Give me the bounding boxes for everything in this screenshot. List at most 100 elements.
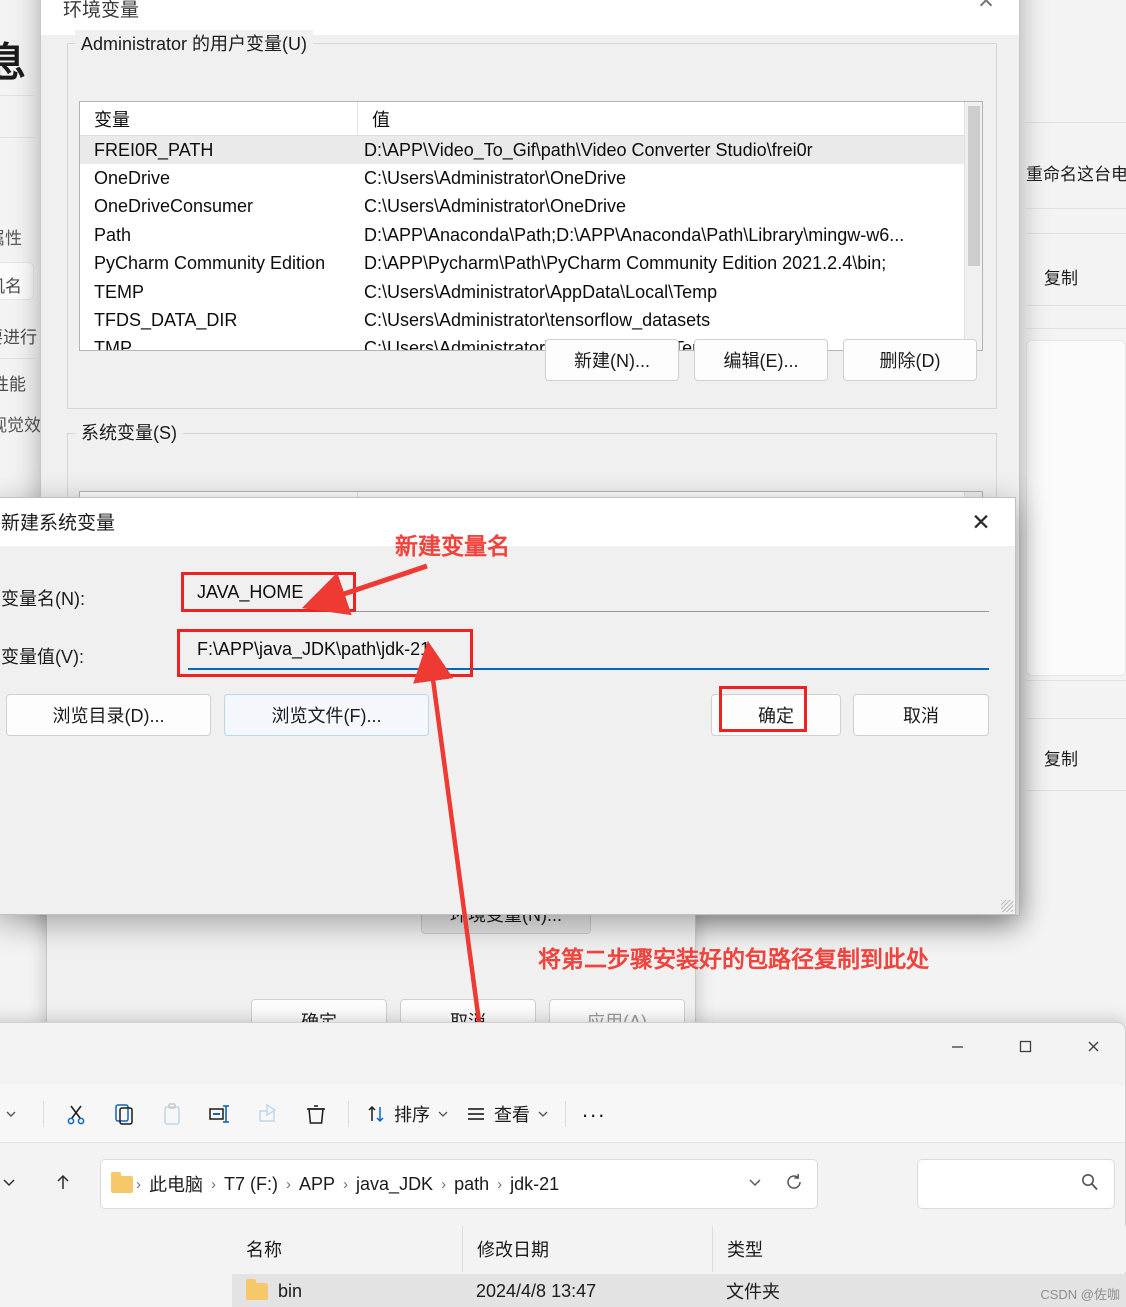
screen-root: 息 属性 机名 要进行 性能 视觉效 重命名这台电 复制 复制 环境变量 ✕ A… xyxy=(0,0,1126,1307)
variable-name-cell: TFDS_DATA_DIR xyxy=(94,310,238,331)
column-header-type[interactable]: 类型 xyxy=(712,1226,912,1272)
table-row[interactable]: Path D:\APP\Anaconda\Path;D:\APP\Anaconda… xyxy=(80,221,982,249)
new-var-ok-button[interactable]: 确定 xyxy=(711,694,841,736)
breadcrumb[interactable]: › 此电脑 › T7 (F:) › APP › java_JDK › path … xyxy=(100,1159,818,1209)
new-var-cancel-button[interactable]: 取消 xyxy=(853,694,989,736)
variable-value-input[interactable] xyxy=(188,634,989,670)
refresh-icon[interactable] xyxy=(785,1173,803,1196)
breadcrumb-item-2[interactable]: APP xyxy=(294,1174,340,1195)
close-icon[interactable]: ✕ xyxy=(963,0,1009,21)
variable-value-label: 变量值(V): xyxy=(1,647,84,667)
variable-value-cell: C:\Users\Administrator\OneDrive xyxy=(364,168,627,189)
file-modified-date: 2024/4/8 13:47 xyxy=(476,1280,597,1301)
variable-value-cell: D:\APP\Anaconda\Path;D:\APP\Anaconda\Pat… xyxy=(364,224,905,245)
settings-left-item-2: 要进行 xyxy=(0,328,37,347)
file-list-header: 名称 修改日期 类型 xyxy=(232,1226,1126,1272)
browse-file-button[interactable]: 浏览文件(F)... xyxy=(224,694,429,736)
table-row[interactable]: OneDriveConsumer C:\Users\Administrator\O… xyxy=(80,193,982,221)
settings-left-item-4: 视觉效 xyxy=(0,416,41,435)
user-delete-button[interactable]: 删除(D) xyxy=(843,339,977,381)
user-new-button[interactable]: 新建(N)... xyxy=(545,339,679,381)
settings-left-item-3[interactable]: 性能 xyxy=(0,370,26,395)
variable-value-cell: C:\Users\Administrator\OneDrive xyxy=(364,196,627,217)
env-dialog-title: 环境变量 xyxy=(63,0,140,21)
column-header-modified[interactable]: 修改日期 xyxy=(462,1226,712,1272)
scrollbar-thumb[interactable] xyxy=(968,106,980,266)
annotation-copy-path: 将第二步骤安装好的包路径复制到此处 xyxy=(538,946,929,972)
user-edit-button[interactable]: 编辑(E)... xyxy=(694,339,828,381)
up-arrow-icon[interactable] xyxy=(43,1162,83,1202)
listview-header: 变量 值 xyxy=(80,102,982,136)
explorer-toolbar: 排序 查看 ... xyxy=(0,1085,1125,1143)
breadcrumb-dropdown-icon[interactable] xyxy=(747,1174,763,1195)
close-icon[interactable] xyxy=(1059,1023,1126,1069)
paste-icon[interactable] xyxy=(148,1092,196,1136)
column-header-value[interactable]: 值 xyxy=(358,102,982,135)
table-row[interactable]: TEMP C:\Users\Administrator\AppData\Local… xyxy=(80,278,982,306)
minimize-icon[interactable] xyxy=(923,1023,991,1069)
copy-icon[interactable] xyxy=(100,1092,148,1136)
settings-rename-pc-label[interactable]: 重命名这台电 xyxy=(1026,160,1126,185)
browse-directory-button[interactable]: 浏览目录(D)... xyxy=(6,694,211,736)
search-icon[interactable] xyxy=(1080,1172,1100,1197)
table-row[interactable]: TFDS_DATA_DIR C:\Users\Administrator\tens… xyxy=(80,306,982,334)
view-label: 查看 xyxy=(494,1104,530,1125)
listview-scrollbar[interactable] xyxy=(964,102,982,350)
column-header-filename[interactable]: 名称 xyxy=(232,1226,462,1272)
watermark: CSDN @佐咖 xyxy=(1040,1287,1120,1302)
view-button[interactable]: 查看 xyxy=(457,1092,557,1136)
share-icon[interactable] xyxy=(244,1092,292,1136)
annotation-new-variable-name: 新建变量名 xyxy=(395,533,510,559)
variable-name-input[interactable] xyxy=(188,576,989,612)
variable-name-cell: TMP xyxy=(94,338,132,351)
sort-button[interactable]: 排序 xyxy=(357,1092,457,1136)
column-header-name[interactable]: 变量 xyxy=(80,102,358,135)
variable-name-cell: PyCharm Community Edition xyxy=(94,253,326,274)
resize-grip[interactable] xyxy=(1001,900,1013,912)
variable-value-cell: D:\APP\Video_To_Gif\path\Video Converter… xyxy=(364,139,813,160)
breadcrumb-item-3[interactable]: java_JDK xyxy=(351,1174,438,1195)
system-variables-label: 系统变量(S) xyxy=(75,419,183,445)
settings-copy-button-2[interactable]: 复制 xyxy=(1044,745,1078,770)
close-icon[interactable]: ✕ xyxy=(961,504,1001,540)
user-variables-label: Administrator 的用户变量(U) xyxy=(75,30,314,56)
folder-icon xyxy=(111,1171,133,1193)
breadcrumb-item-0[interactable]: 此电脑 xyxy=(144,1171,208,1197)
variable-name-cell: OneDriveConsumer xyxy=(94,196,254,217)
settings-left-item-0[interactable]: 属性 xyxy=(0,224,22,249)
search-input[interactable] xyxy=(928,1168,1078,1200)
folder-icon xyxy=(246,1278,268,1300)
table-row[interactable]: OneDrive C:\Users\Administrator\OneDrive xyxy=(80,164,982,192)
nav-chevron-down-icon[interactable] xyxy=(0,1162,29,1202)
variable-name-label: 变量名(N): xyxy=(1,589,85,609)
delete-icon[interactable] xyxy=(292,1092,340,1136)
chevron-down-icon[interactable] xyxy=(0,1092,35,1136)
variable-name-cell: Path xyxy=(94,224,132,245)
table-row[interactable]: PyCharm Community Edition D:\APP\Pycharm\… xyxy=(80,250,982,278)
breadcrumb-item-1[interactable]: T7 (F:) xyxy=(219,1174,283,1195)
rename-icon[interactable] xyxy=(196,1092,244,1136)
settings-copy-button-1[interactable]: 复制 xyxy=(1044,264,1078,289)
file-type: 文件夹 xyxy=(726,1282,780,1302)
new-var-dialog-title: 新建系统变量 xyxy=(1,513,116,534)
variable-value-cell: D:\APP\Pycharm\Path\PyCharm Community Ed… xyxy=(364,253,887,274)
file-name: bin xyxy=(278,1280,303,1301)
user-variables-listview[interactable]: 变量 值 FREI0R_PATH D:\APP\Video_To_Gif\path… xyxy=(79,101,983,351)
search-box[interactable] xyxy=(917,1159,1115,1209)
variable-value-cell: C:\Users\Administrator\AppData\Local\Tem… xyxy=(364,281,718,302)
sort-label: 排序 xyxy=(394,1104,430,1125)
variable-name-cell: TEMP xyxy=(94,281,145,302)
table-row[interactable]: FREI0R_PATH D:\APP\Video_To_Gif\path\Vide… xyxy=(80,136,982,165)
table-row[interactable]: bin 2024/4/8 13:47 文件夹 xyxy=(232,1274,1126,1307)
settings-left-item-1[interactable]: 机名 xyxy=(0,272,22,297)
variable-name-cell: OneDrive xyxy=(94,168,171,189)
variable-name-cell: FREI0R_PATH xyxy=(94,139,214,160)
maximize-icon[interactable] xyxy=(991,1023,1059,1069)
variable-value-cell: C:\Users\Administrator\tensorflow_datase… xyxy=(364,310,711,331)
settings-page-title: 息 xyxy=(0,41,27,85)
cut-icon[interactable] xyxy=(52,1092,100,1136)
breadcrumb-item-4[interactable]: path xyxy=(449,1174,494,1195)
settings-right-card xyxy=(1026,340,1126,676)
more-options-icon[interactable]: ... xyxy=(574,1092,614,1136)
breadcrumb-item-5[interactable]: jdk-21 xyxy=(505,1174,564,1195)
